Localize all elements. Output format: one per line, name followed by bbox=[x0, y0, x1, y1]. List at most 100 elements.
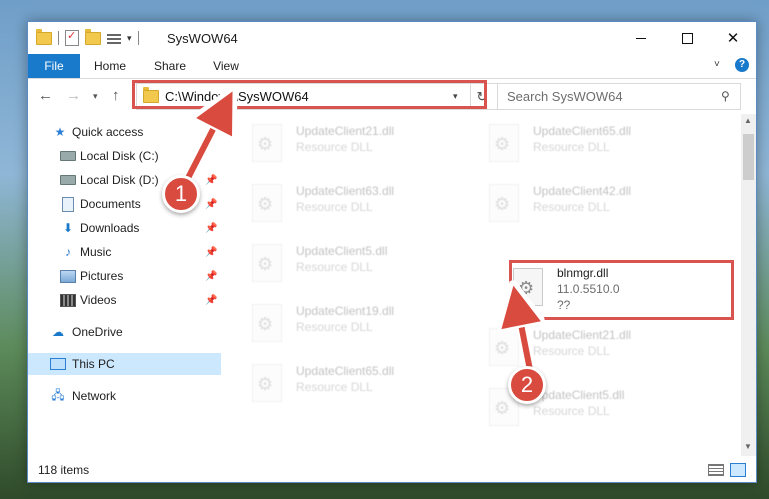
back-arrow-icon[interactable]: ← bbox=[38, 87, 53, 104]
sidebar-item-label: Local Disk (D:) bbox=[80, 173, 159, 187]
dll-file-icon bbox=[252, 364, 282, 402]
network-icon: 🖧 bbox=[51, 387, 65, 402]
navigation-pane: ★ Quick access Local Disk (C:) Local Dis… bbox=[28, 114, 223, 456]
pictures-icon bbox=[60, 269, 76, 283]
step-1-badge: 1 bbox=[162, 175, 200, 213]
file-item[interactable]: UpdateClient19.dll Resource DLL bbox=[248, 296, 473, 356]
up-arrow-icon[interactable]: ↑ bbox=[112, 87, 120, 104]
sidebar-item-label: OneDrive bbox=[72, 325, 123, 339]
computer-icon bbox=[50, 357, 66, 371]
tab-file[interactable]: File bbox=[28, 54, 80, 78]
title-bar: ▾ SysWOW64 ✕ bbox=[28, 22, 756, 54]
drive-icon bbox=[60, 173, 76, 187]
tab-view[interactable]: View bbox=[204, 54, 248, 78]
sidebar-item-label: Quick access bbox=[72, 125, 144, 139]
file-type: Resource DLL bbox=[296, 320, 373, 334]
documents-icon bbox=[60, 196, 76, 212]
window-title: SysWOW64 bbox=[167, 31, 238, 46]
sidebar-item-label: Music bbox=[80, 245, 112, 259]
file-name: UpdateClient5.dll bbox=[296, 244, 388, 258]
file-item[interactable]: UpdateClient42.dll Resource DLL bbox=[485, 176, 710, 236]
file-type: Resource DLL bbox=[533, 140, 610, 154]
file-name: UpdateClient42.dll bbox=[533, 184, 632, 198]
dll-file-icon bbox=[489, 184, 519, 222]
scrollbar-thumb[interactable] bbox=[743, 134, 754, 180]
file-name: UpdateClient65.dll bbox=[533, 124, 632, 138]
star-icon: ★ bbox=[54, 125, 66, 139]
new-folder-icon[interactable] bbox=[85, 28, 101, 45]
sidebar-item-network[interactable]: 🖧 Network bbox=[28, 385, 221, 407]
pin-icon[interactable]: 📌 bbox=[205, 271, 217, 282]
search-placeholder: Search SysWOW64 bbox=[507, 89, 623, 104]
scroll-up-icon[interactable]: ▲ bbox=[744, 116, 752, 125]
file-list: UpdateClient21.dll Resource DLL UpdateCl… bbox=[233, 114, 741, 456]
sidebar-item-label: Pictures bbox=[80, 269, 124, 283]
file-type: Resource DLL bbox=[296, 200, 373, 214]
cloud-icon: ☁ bbox=[52, 325, 64, 339]
dll-file-icon bbox=[252, 244, 282, 282]
close-button[interactable]: ✕ bbox=[710, 22, 756, 54]
qat-dropdown-icon[interactable]: ▾ bbox=[127, 33, 132, 44]
file-type: Resource DLL bbox=[296, 260, 373, 274]
pin-icon[interactable]: 📌 bbox=[205, 247, 217, 258]
pin-icon[interactable]: 📌 bbox=[205, 175, 217, 186]
sidebar-item-onedrive[interactable]: ☁ OneDrive bbox=[28, 321, 221, 343]
file-type: Resource DLL bbox=[296, 140, 373, 154]
file-name: UpdateClient65.dll bbox=[296, 364, 395, 378]
status-bar: 118 items bbox=[28, 458, 756, 482]
ribbon-tabs: File Home Share View ˅ ? bbox=[28, 54, 756, 79]
dll-file-icon bbox=[489, 124, 519, 162]
address-highlight-box bbox=[132, 80, 487, 109]
pin-icon[interactable]: 📌 bbox=[205, 199, 217, 210]
scroll-down-icon[interactable]: ▼ bbox=[744, 442, 752, 451]
dll-file-icon bbox=[252, 124, 282, 162]
forward-arrow-icon[interactable]: → bbox=[66, 87, 81, 104]
file-name: UpdateClient63.dll bbox=[296, 184, 395, 198]
file-name: UpdateClient5.dll bbox=[533, 388, 625, 402]
maximize-icon bbox=[681, 32, 693, 44]
properties-icon[interactable] bbox=[65, 29, 79, 46]
sidebar-item-label: Network bbox=[72, 389, 117, 403]
ribbon-expand-icon[interactable]: ˅ bbox=[714, 59, 720, 70]
large-icons-view-icon[interactable] bbox=[730, 463, 746, 477]
view-list-icon[interactable] bbox=[107, 32, 121, 44]
sidebar-item-label: Local Disk (C:) bbox=[80, 149, 159, 163]
sidebar-item-videos[interactable]: Videos 📌 bbox=[28, 289, 221, 311]
file-name: UpdateClient21.dll bbox=[296, 124, 395, 138]
minimize-icon bbox=[636, 37, 646, 39]
file-item[interactable]: UpdateClient63.dll Resource DLL bbox=[248, 176, 473, 236]
sidebar-item-this-pc[interactable]: This PC bbox=[28, 353, 221, 375]
help-button[interactable]: ? bbox=[735, 58, 749, 72]
file-item[interactable]: UpdateClient65.dll Resource DLL bbox=[485, 116, 710, 176]
music-note-icon: ♪ bbox=[65, 245, 71, 259]
file-item[interactable]: UpdateClient21.dll Resource DLL bbox=[248, 116, 473, 176]
drive-icon bbox=[60, 149, 76, 163]
recent-locations-icon[interactable]: ▾ bbox=[93, 91, 98, 102]
file-item[interactable]: UpdateClient65.dll Resource DLL bbox=[248, 356, 473, 416]
item-count: 118 items bbox=[38, 463, 90, 477]
tab-home[interactable]: Home bbox=[88, 54, 132, 78]
dll-file-icon bbox=[252, 304, 282, 342]
search-box[interactable]: Search SysWOW64 ⚲ bbox=[497, 83, 741, 110]
download-arrow-icon: ⬇ bbox=[62, 221, 74, 235]
toolbar-separator bbox=[137, 31, 139, 45]
search-icon[interactable]: ⚲ bbox=[721, 89, 730, 103]
vertical-scrollbar[interactable]: ▲ ▼ bbox=[741, 114, 756, 456]
sidebar-item-local-disk-c[interactable]: Local Disk (C:) bbox=[28, 145, 221, 167]
file-type: Resource DLL bbox=[533, 344, 610, 358]
sidebar-item-music[interactable]: ♪ Music 📌 bbox=[28, 241, 221, 263]
sidebar-item-pictures[interactable]: Pictures 📌 bbox=[28, 265, 221, 287]
sidebar-item-quick-access[interactable]: ★ Quick access bbox=[28, 121, 221, 143]
pin-icon[interactable]: 📌 bbox=[205, 295, 217, 306]
sidebar-item-label: Downloads bbox=[80, 221, 140, 235]
file-item[interactable]: UpdateClient5.dll Resource DLL bbox=[248, 236, 473, 296]
details-view-icon[interactable] bbox=[708, 464, 724, 476]
pin-icon[interactable]: 📌 bbox=[205, 223, 217, 234]
maximize-button[interactable] bbox=[664, 22, 710, 54]
folder-icon bbox=[36, 28, 52, 45]
minimize-button[interactable] bbox=[618, 22, 664, 54]
tab-share[interactable]: Share bbox=[148, 54, 192, 78]
dll-file-icon bbox=[252, 184, 282, 222]
dll-file-icon bbox=[489, 328, 519, 366]
sidebar-item-downloads[interactable]: ⬇ Downloads 📌 bbox=[28, 217, 221, 239]
